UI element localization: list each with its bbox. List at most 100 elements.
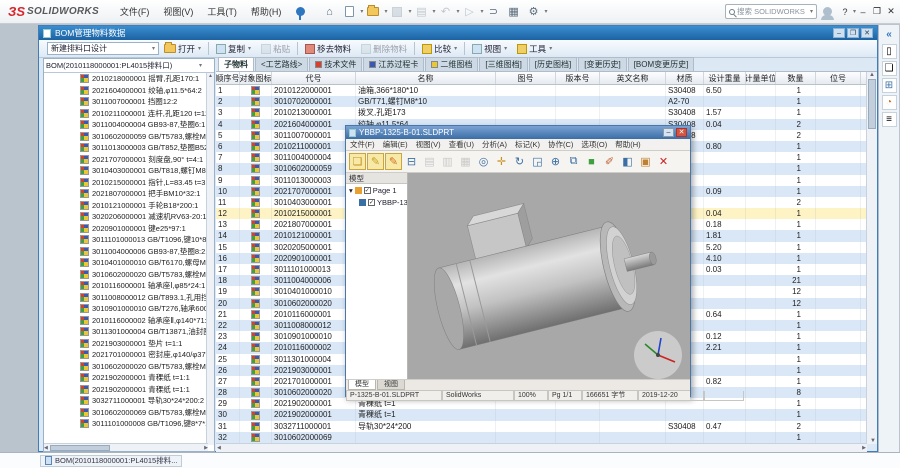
- column-header-版本号[interactable]: 版本号: [556, 72, 600, 84]
- tree-vertical-scrollbar[interactable]: ▲: [206, 73, 214, 445]
- column-header-对象图标[interactable]: 对象图标: [240, 72, 272, 84]
- tree-scroll-left-icon[interactable]: ◀: [44, 445, 48, 451]
- table-scroll-down-icon[interactable]: ▼: [870, 438, 876, 444]
- tree-item[interactable]: 3010602000020 GB/T5783,螺栓M8*30:8: [44, 361, 208, 373]
- forum-list-icon[interactable]: ≡: [882, 112, 897, 127]
- tree-scroll-thumb[interactable]: [50, 445, 110, 451]
- bom-restore-button[interactable]: ❐: [847, 28, 859, 38]
- tree-item[interactable]: 3010602000020 GB/T5783,螺栓M8*30:12: [44, 269, 208, 281]
- tree-item[interactable]: 3032711000001 导轨30*24*200:2: [44, 395, 208, 407]
- tree-expand-icon[interactable]: ▾: [349, 186, 353, 195]
- column-header-材质[interactable]: 材质: [666, 72, 704, 84]
- app-minimize-button[interactable]: –: [856, 3, 870, 21]
- section-view-icon[interactable]: ◧: [619, 153, 636, 170]
- table-vertical-scrollbar[interactable]: ▲▼: [866, 72, 877, 444]
- zoom-icon[interactable]: ◎: [475, 153, 492, 170]
- viewer-menu-6[interactable]: 协作(C): [544, 139, 577, 150]
- table-row[interactable]: 3230106020000691: [216, 432, 877, 443]
- bom-close-button[interactable]: ✕: [861, 28, 873, 38]
- bom-selector-arrow[interactable]: ▾: [199, 62, 202, 69]
- bom-document-tab[interactable]: BOM(2010118000001:PL4015排料...: [40, 455, 182, 467]
- paint-icon[interactable]: ✐: [601, 153, 618, 170]
- new-design-combo-arrow[interactable]: ▾: [152, 45, 155, 52]
- table-row[interactable]: 32010213000001拨叉,孔距173S304081.571: [216, 107, 877, 118]
- tree-item[interactable]: 2021903000001 垫片 t=1:1: [44, 338, 208, 350]
- column-header-设计重量[interactable]: 设计重量: [704, 72, 746, 84]
- markup-pen-icon[interactable]: ✎: [367, 153, 384, 170]
- tree-item[interactable]: 3011004000006 GB93-87,垫圈8:21: [44, 246, 208, 258]
- pan-hand-icon[interactable]: ✛: [493, 153, 510, 170]
- viewer-menu-4[interactable]: 分析(A): [478, 139, 511, 150]
- tree-item[interactable]: 2010218000001 摇臂,孔距170:1: [44, 73, 208, 85]
- table-row[interactable]: 302021902000001青稞纸 t=11: [216, 409, 877, 420]
- tree-item[interactable]: 3011007000001 挡圈12:2: [44, 96, 208, 108]
- options-gear-icon-dropdown[interactable]: ▾: [545, 8, 548, 15]
- close-markup-icon[interactable]: ✕: [655, 153, 672, 170]
- search-input[interactable]: 搜索 SOLIDWORKS 帮助 ▾: [725, 4, 817, 19]
- custom-properties-icon[interactable]: ⊞: [882, 78, 897, 93]
- new-design-combo[interactable]: 新建排料口设计 ▾: [47, 42, 159, 55]
- tree-item[interactable]: 2021707000001 刻度盘,90° t=4:1: [44, 154, 208, 166]
- pin-icon[interactable]: [296, 7, 305, 16]
- tree-item[interactable]: 2021807000001 把手BM10*32:1: [44, 188, 208, 200]
- column-header-图号[interactable]: 图号: [496, 72, 556, 84]
- column-header-英文名称[interactable]: 英文名称: [600, 72, 666, 84]
- tree-item[interactable]: 3011008000012 GB/T893.1,孔用挡圈55:1: [44, 292, 208, 304]
- viewer-tree-node[interactable]: ✓YBBP-132: [346, 196, 407, 208]
- rotate-icon[interactable]: ↻: [511, 153, 528, 170]
- recycle-bin-icon[interactable]: ▯: [882, 44, 897, 59]
- tree-item[interactable]: 2021902000001 青稞纸 t=1:1: [44, 384, 208, 396]
- mass-properties-icon[interactable]: ▣: [637, 153, 654, 170]
- viewer-menu-7[interactable]: 选项(O): [577, 139, 611, 150]
- 比较-button[interactable]: 比较▾: [417, 41, 462, 57]
- open-icon[interactable]: [364, 3, 382, 21]
- tree-scroll-right-icon[interactable]: ▶: [204, 445, 208, 451]
- column-header-名称[interactable]: 名称: [356, 72, 496, 84]
- tree-item[interactable]: 3010403000001 GB/T818,螺钉M8*10:2: [44, 165, 208, 177]
- app-menu-3[interactable]: 帮助(H): [244, 1, 289, 23]
- help-button[interactable]: ?: [838, 3, 852, 21]
- tree-item[interactable]: 2010215000001 指针,L=83.45 t=3:1: [44, 177, 208, 189]
- tree-item[interactable]: 3011101000008 GB/T1096,键8*7*100:1: [44, 418, 208, 430]
- tree-item[interactable]: 3010602000059 GB/T5783,螺栓M8*20:1: [44, 131, 208, 143]
- column-header-计量单位[interactable]: 计量单位: [746, 72, 776, 84]
- stamp-pen-icon[interactable]: ✎: [385, 153, 402, 170]
- table-horizontal-scrollbar[interactable]: ◀ ▶: [216, 443, 867, 452]
- bom-selector-combo[interactable]: BOM(2010118000001:PL4015排料口) ▾: [44, 59, 214, 73]
- tab-子物料[interactable]: 子物料: [218, 57, 254, 71]
- 工具-button[interactable]: 工具▾: [512, 41, 557, 57]
- new-document-icon[interactable]: [340, 3, 358, 21]
- viewer-menu-3[interactable]: 查看(U): [445, 139, 478, 150]
- 视图-button[interactable]: 视图▾: [467, 41, 512, 57]
- checkbox-icon[interactable]: ✓: [368, 199, 375, 206]
- viewer-tree-node[interactable]: ▾✓Page 1: [346, 184, 407, 196]
- tree-item[interactable]: 3011301000004 GB/T13871,油封圈35*55*8:1: [44, 326, 208, 338]
- tab-[变更历史][interactable]: [变更历史]: [578, 57, 626, 71]
- checkbox-icon[interactable]: ✓: [364, 187, 371, 194]
- tree-item[interactable]: 3020206000001 减速机RV63-20:1: [44, 211, 208, 223]
- table-row[interactable]: 12010122000001油箱,366*180*10S304086.501: [216, 85, 877, 96]
- bom-minimize-button[interactable]: –: [833, 28, 845, 38]
- tab-[三维图档][interactable]: [三维图档]: [479, 57, 527, 71]
- home-icon[interactable]: ⌂: [320, 3, 338, 21]
- tree-item[interactable]: 2010116000002 轴承座Ⅱ,φ140*71:1: [44, 315, 208, 327]
- tab-二维图档[interactable]: 二维图档: [425, 57, 478, 71]
- tree-item[interactable]: 3010401000010 GB/T6170,螺母M8:12: [44, 257, 208, 269]
- tree-item[interactable]: 3011101000013 GB/T1096,键10*8*60:1: [44, 234, 208, 246]
- options-gear-icon[interactable]: ⚙: [525, 3, 543, 21]
- viewer-3d-viewport[interactable]: [408, 173, 690, 379]
- tab-[历史图档][interactable]: [历史图档]: [529, 57, 577, 71]
- tree-horizontal-scrollbar[interactable]: ◀ ▶: [44, 443, 208, 451]
- 复制-button[interactable]: 复制▾: [211, 41, 256, 57]
- viewer-menu-1[interactable]: 编辑(E): [379, 139, 412, 150]
- column-header-位号[interactable]: 位号: [816, 72, 861, 84]
- tree-item[interactable]: 2021604000001 绞轴,φ11.5*64:2: [44, 85, 208, 97]
- tree-item[interactable]: 2010121000001 手轮B18*200:1: [44, 200, 208, 212]
- table-scroll-right-icon[interactable]: ▶: [862, 445, 866, 451]
- tree-item[interactable]: 2010211000001 连杆,孔距120 t=12:1: [44, 108, 208, 120]
- viewer-tab-模型[interactable]: 模型: [348, 380, 376, 390]
- viewer-minimize-button[interactable]: –: [663, 128, 674, 137]
- viewer-menu-5[interactable]: 标记(K): [511, 139, 544, 150]
- viewer-menu-0[interactable]: 文件(F): [346, 139, 379, 150]
- sheet-format-icon[interactable]: ▦: [505, 3, 523, 21]
